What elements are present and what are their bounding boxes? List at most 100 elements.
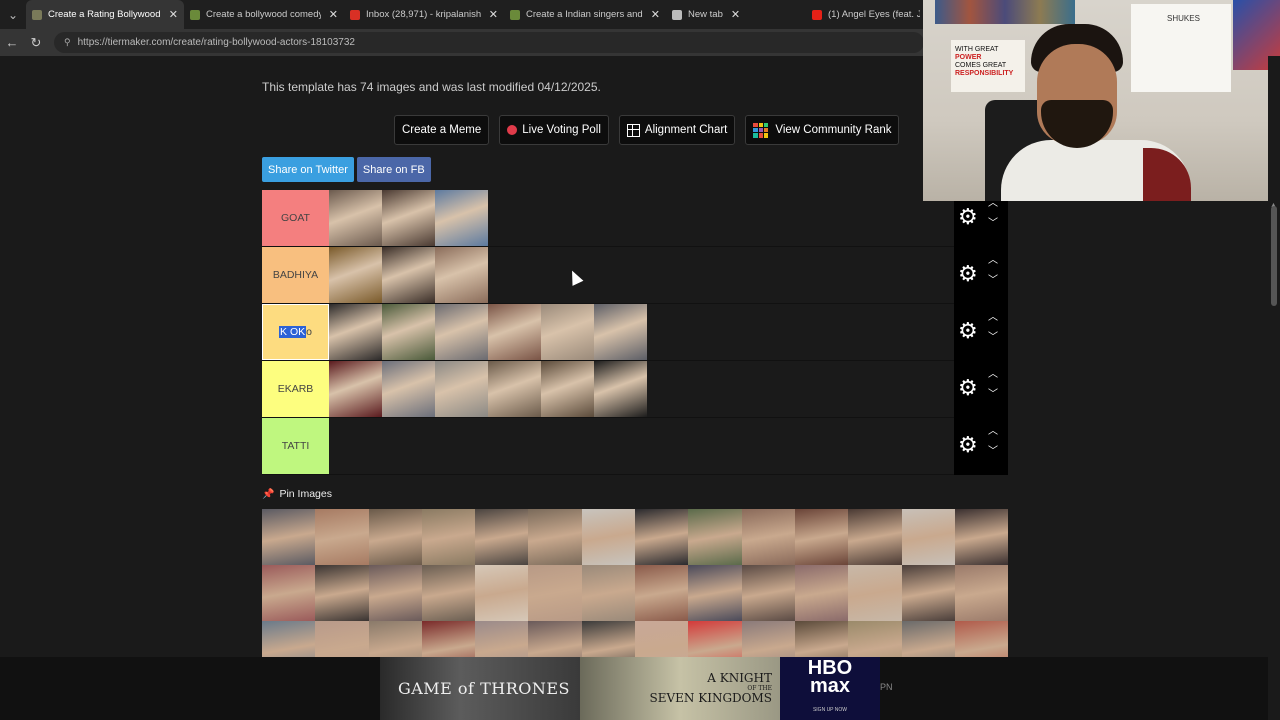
live-voting-poll-button[interactable]: Live Voting Poll [499, 115, 609, 145]
tab-search-icon[interactable]: ⌄ [0, 0, 26, 29]
actor-image[interactable] [382, 361, 435, 417]
gear-icon[interactable]: ⚙ [958, 263, 978, 285]
actor-image[interactable] [382, 247, 435, 303]
actor-image[interactable] [435, 247, 488, 303]
chevron-up-icon[interactable]: ︿ [988, 256, 998, 266]
browser-tab[interactable]: (1) Angel Eyes (feat. Ju [806, 0, 926, 29]
actor-image[interactable] [329, 361, 382, 417]
tab-close-icon[interactable]: ✕ [329, 8, 338, 21]
tab-close-icon[interactable]: ✕ [651, 8, 660, 21]
tier-label[interactable]: TATTI [262, 418, 329, 474]
chevron-up-icon[interactable]: ︿ [988, 370, 998, 380]
pool-image[interactable] [794, 509, 849, 565]
pool-image[interactable] [635, 509, 689, 565]
gear-icon[interactable]: ⚙ [958, 320, 978, 342]
tier-label[interactable]: K OK o [262, 304, 329, 360]
actor-image[interactable] [541, 361, 594, 417]
community-rank-button[interactable]: View Community Rank [745, 115, 900, 145]
pool-image[interactable] [315, 509, 369, 565]
create-meme-button[interactable]: Create a Meme [394, 115, 490, 145]
poster1-line2: POWER [955, 54, 982, 61]
site-info-icon[interactable]: ⚲ [64, 37, 71, 48]
pin-images-toggle[interactable]: 📌 Pin Images [262, 488, 332, 500]
chevron-down-icon[interactable]: ﹀ [988, 333, 998, 343]
pool-image[interactable] [262, 509, 316, 565]
actor-image[interactable] [488, 304, 541, 360]
pool-image[interactable] [954, 565, 1009, 621]
page-scrollbar[interactable]: ▲ [1268, 56, 1280, 720]
chevron-down-icon[interactable]: ﹀ [988, 390, 998, 400]
share-fb-button[interactable]: Share on FB [356, 157, 431, 182]
browser-tab[interactable]: Create a Rating Bollywood Actors ✕ [26, 0, 184, 29]
actor-image[interactable] [435, 304, 488, 360]
person-shirt [1001, 140, 1191, 201]
actor-image[interactable] [382, 190, 435, 246]
pool-image[interactable] [581, 565, 636, 621]
pool-image[interactable] [635, 565, 689, 621]
community-rank-label: View Community Rank [775, 124, 892, 136]
actor-image[interactable] [541, 304, 594, 360]
ad-banner[interactable]: GAME of THRONES A KNIGHT OF THE SEVEN KI… [380, 657, 880, 720]
gear-icon[interactable]: ⚙ [958, 206, 978, 228]
chevron-down-icon[interactable]: ﹀ [988, 219, 998, 229]
browser-tab[interactable]: Create a bollywood comedy movi ✕ [184, 0, 344, 29]
pool-image[interactable] [954, 509, 1009, 565]
pool-image[interactable] [421, 509, 476, 565]
pool-image[interactable] [262, 565, 316, 621]
gear-icon[interactable]: ⚙ [958, 434, 978, 456]
chevron-up-icon[interactable]: ︿ [988, 313, 998, 323]
pool-image[interactable] [421, 565, 476, 621]
actor-image[interactable] [329, 247, 382, 303]
browser-tab[interactable]: Create a Indian singers and rappe ✕ [504, 0, 666, 29]
scrollbar-thumb[interactable] [1271, 206, 1277, 306]
pool-image[interactable] [901, 509, 955, 565]
actor-image[interactable] [594, 361, 647, 417]
reload-icon[interactable]: ↻ [24, 35, 48, 51]
back-icon[interactable]: ← [0, 35, 24, 50]
pool-image[interactable] [848, 565, 902, 621]
pool-image[interactable] [688, 509, 742, 565]
pool-image[interactable] [741, 565, 795, 621]
gear-icon[interactable]: ⚙ [958, 377, 978, 399]
actor-image[interactable] [594, 304, 647, 360]
actor-image[interactable] [435, 361, 488, 417]
tier-items [329, 190, 1008, 246]
pool-image[interactable] [475, 509, 529, 565]
chevron-up-icon[interactable]: ︿ [988, 427, 998, 437]
actor-image[interactable] [329, 190, 382, 246]
pool-image[interactable] [901, 565, 955, 621]
mosaic-icon [753, 122, 769, 138]
tier-label[interactable]: GOAT [262, 190, 329, 246]
url-input[interactable]: ⚲ https://tiermaker.com/create/rating-bo… [54, 32, 924, 53]
pool-image[interactable] [848, 509, 902, 565]
pool-image[interactable] [475, 565, 529, 621]
pool-image[interactable] [581, 509, 636, 565]
chevron-down-icon[interactable]: ﹀ [988, 447, 998, 457]
pool-image[interactable] [528, 509, 582, 565]
actor-image[interactable] [382, 304, 435, 360]
actor-image[interactable] [435, 190, 488, 246]
tab-close-icon[interactable]: ✕ [731, 8, 740, 21]
pool-image[interactable] [315, 565, 369, 621]
webcam-overlay: WITH GREAT POWER COMES GREAT RESPONSIBIL… [923, 0, 1280, 201]
poster1-line4: RESPONSIBILITY [955, 70, 1014, 77]
browser-tab[interactable]: Inbox (28,971) - kripalanishekhar@ ✕ [344, 0, 504, 29]
alignment-chart-button[interactable]: Alignment Chart [618, 115, 736, 145]
pool-image[interactable] [368, 509, 422, 565]
tier-label[interactable]: EKARB [262, 361, 329, 417]
pool-image[interactable] [741, 509, 795, 565]
pool-image[interactable] [688, 565, 742, 621]
tab-close-icon[interactable]: ✕ [489, 8, 498, 21]
actor-image[interactable] [488, 361, 541, 417]
image-pool [262, 509, 1009, 677]
share-twitter-button[interactable]: Share on Twitter [262, 157, 354, 182]
pool-image[interactable] [794, 565, 849, 621]
pool-image[interactable] [368, 565, 422, 621]
pool-image[interactable] [528, 565, 582, 621]
tab-close-icon[interactable]: ✕ [169, 8, 178, 21]
tier-label-text: GOAT [281, 212, 310, 224]
browser-tab[interactable]: New tab ✕ [666, 0, 806, 29]
actor-image[interactable] [329, 304, 382, 360]
chevron-down-icon[interactable]: ﹀ [988, 276, 998, 286]
tier-label[interactable]: BADHIYA [262, 247, 329, 303]
